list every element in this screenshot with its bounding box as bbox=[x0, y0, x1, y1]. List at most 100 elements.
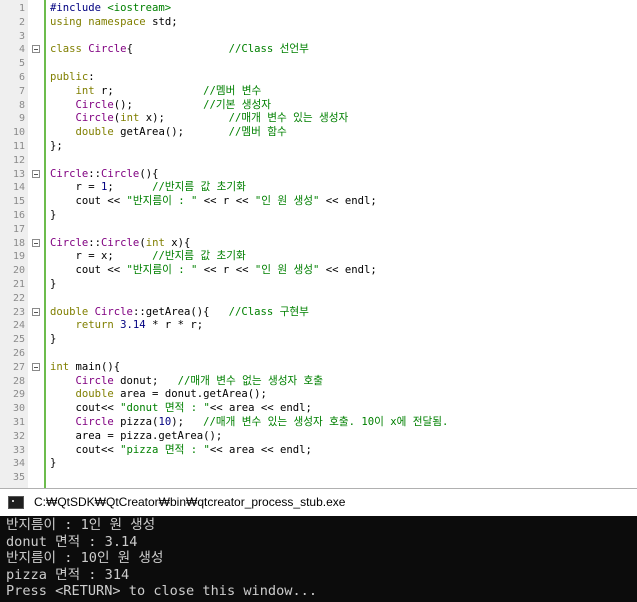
code-line[interactable]: 6 public: bbox=[0, 71, 637, 85]
line-number: 2 bbox=[18, 16, 25, 28]
code-token: pizza( bbox=[120, 416, 159, 428]
console-output-line: donut 면적 : 3.14 bbox=[6, 533, 138, 550]
code-line[interactable]: 15 cout << "반지름이 : " << r << "인 원 생성" <<… bbox=[0, 195, 637, 209]
code-text: area = pizza.getArea(); bbox=[50, 429, 223, 444]
line-number: 29 bbox=[12, 389, 25, 401]
code-line[interactable]: 14 r = 1; //반지름 값 초기화 bbox=[0, 181, 637, 195]
code-text: cout<< "donut 면적 : "<< area << endl; bbox=[50, 402, 312, 416]
code-line[interactable]: 23 double Circle::getArea(){ //Class 구현부 bbox=[0, 306, 637, 320]
line-number: 24 bbox=[12, 320, 25, 332]
line-number: 27 bbox=[12, 361, 25, 373]
code-line[interactable]: 19 r = x; //반지름 값 초기화 bbox=[0, 250, 637, 264]
line-number: 15 bbox=[12, 196, 25, 208]
code-text: using namespace std; bbox=[50, 16, 178, 30]
code-line[interactable]: 13 Circle::Circle(){ bbox=[0, 168, 637, 182]
code-token: r = x; bbox=[50, 250, 153, 263]
line-number: 12 bbox=[12, 154, 25, 166]
code-line[interactable]: 3 bbox=[0, 30, 637, 44]
line-number: 1 bbox=[18, 3, 25, 14]
line-number: 22 bbox=[12, 292, 25, 304]
code-line[interactable]: 28 Circle donut; //매개 변수 없는 생성자 호출 bbox=[0, 375, 637, 389]
code-token: using namespace bbox=[50, 15, 153, 28]
code-line[interactable]: 30 cout<< "donut 면적 : "<< area << endl; bbox=[0, 402, 637, 416]
code-line[interactable]: 16} bbox=[0, 209, 637, 223]
fold-toggle-icon[interactable] bbox=[32, 169, 40, 178]
code-token: Circle bbox=[75, 112, 114, 125]
console-output: 반지름이 : 1인 원 생성 donut 면적 : 3.14 반지름이 : 10인 … bbox=[6, 517, 317, 600]
code-token: cout << bbox=[50, 264, 127, 277]
code-line[interactable]: 8 Circle(); //기본 생성자 bbox=[0, 99, 637, 113]
fold-toggle-icon[interactable] bbox=[32, 45, 40, 54]
code-token: "인 원 생성" bbox=[254, 264, 320, 277]
code-line[interactable]: 32 area = pizza.getArea(); bbox=[0, 430, 637, 444]
line-number: 33 bbox=[12, 444, 25, 456]
code-line[interactable]: 22 bbox=[0, 292, 637, 306]
code-token: } bbox=[50, 457, 57, 470]
code-line[interactable]: 35 bbox=[0, 471, 637, 485]
code-line[interactable]: 34} bbox=[0, 457, 637, 471]
code-token: //매개 변수 없는 생성자 호출 bbox=[177, 374, 324, 387]
console-window[interactable]: C:₩QtSDK₩QtCreator₩bin₩qtcreator_process… bbox=[0, 488, 637, 602]
code-token: } bbox=[50, 333, 57, 346]
code-token: double bbox=[75, 126, 121, 139]
code-text: Circle::Circle(){ bbox=[50, 168, 158, 182]
console-title-bar[interactable]: C:₩QtSDK₩QtCreator₩bin₩qtcreator_process… bbox=[0, 488, 637, 516]
code-line[interactable]: 1 #include <iostream> bbox=[0, 2, 637, 16]
code-token: Circle bbox=[101, 167, 140, 180]
code-text: Circle(); //기본 생성자 bbox=[50, 99, 271, 113]
code-text: int main(){ bbox=[50, 361, 120, 375]
code-line[interactable]: 9 Circle(int x); //매개 변수 있는 생성자 bbox=[0, 112, 637, 126]
fold-toggle-icon[interactable] bbox=[32, 362, 40, 371]
line-number: 13 bbox=[12, 168, 25, 180]
code-token: ); bbox=[171, 416, 204, 428]
code-token: Circle bbox=[101, 236, 140, 249]
code-line[interactable]: 5 bbox=[0, 57, 637, 71]
code-line[interactable]: 27 int main(){ bbox=[0, 361, 637, 375]
line-number: 5 bbox=[18, 58, 25, 70]
code-token: area = pizza.getArea(); bbox=[50, 429, 223, 442]
code-line[interactable]: 29 double area = donut.getArea(); bbox=[0, 388, 637, 402]
code-text: #include <iostream> bbox=[50, 2, 171, 16]
fold-toggle-icon[interactable] bbox=[32, 238, 40, 247]
code-token: ; bbox=[107, 181, 153, 194]
code-line[interactable]: 24 return 3.14 * r * r; bbox=[0, 319, 637, 333]
code-token: "반지름이 : " bbox=[126, 264, 198, 277]
code-line[interactable]: 7 int r; //멤버 변수 bbox=[0, 85, 637, 99]
code-token: double bbox=[50, 305, 95, 318]
line-number: 25 bbox=[12, 334, 25, 346]
code-line[interactable]: 17 bbox=[0, 223, 637, 237]
code-line[interactable]: 25} bbox=[0, 333, 637, 347]
code-editor[interactable]: 1 #include <iostream> 2 using namespace std… bbox=[0, 0, 637, 488]
code-text: cout << "반지름이 : " << r << "인 원 생성" << en… bbox=[50, 264, 377, 278]
line-number: 19 bbox=[12, 251, 25, 263]
code-line[interactable]: 12 bbox=[0, 154, 637, 168]
code-line[interactable]: 2 using namespace std; bbox=[0, 16, 637, 30]
code-token: :: bbox=[88, 236, 102, 249]
code-token: //매개 변수 있는 생성자 호출. 10이 x에 전달됨. bbox=[203, 416, 449, 428]
code-line[interactable]: 33 cout<< "pizza 면적 : "<< area << endl; bbox=[0, 444, 637, 458]
code-line[interactable]: 11}; bbox=[0, 140, 637, 154]
code-token: r; bbox=[101, 84, 204, 97]
code-token: x){ bbox=[171, 236, 191, 249]
code-line[interactable]: 20 cout << "반지름이 : " << r << "인 원 생성" <<… bbox=[0, 264, 637, 278]
code-line[interactable]: 21} bbox=[0, 278, 637, 292]
code-line[interactable]: 31 Circle pizza(10); //매개 변수 있는 생성자 호출. … bbox=[0, 416, 637, 430]
code-text: Circle pizza(10); //매개 변수 있는 생성자 호출. 10이… bbox=[50, 416, 449, 430]
code-token: << r << bbox=[197, 195, 255, 208]
console-icon bbox=[8, 496, 24, 509]
code-line[interactable]: 10 double getArea(); //멤버 함수 bbox=[0, 126, 637, 140]
code-text: } bbox=[50, 457, 56, 471]
code-token: << r << bbox=[197, 264, 255, 277]
code-token: << endl; bbox=[319, 195, 377, 208]
code-text: } bbox=[50, 333, 56, 347]
code-token: main(){ bbox=[75, 360, 121, 373]
fold-toggle-icon[interactable] bbox=[32, 307, 40, 316]
code-token: : bbox=[88, 71, 95, 83]
code-line[interactable]: 26 bbox=[0, 347, 637, 361]
code-token: #include bbox=[50, 2, 108, 14]
code-line[interactable]: 18 Circle::Circle(int x){ bbox=[0, 237, 637, 251]
code-line[interactable]: 4 class Circle{ //Class 선언부 bbox=[0, 43, 637, 57]
